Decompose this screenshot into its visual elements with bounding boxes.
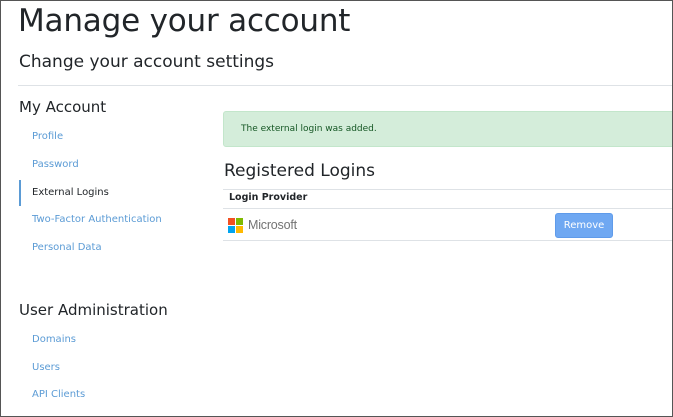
nav-profile[interactable]: Profile	[19, 124, 189, 150]
login-provider-column-header: Login Provider	[229, 192, 308, 203]
success-alert: The external login was added.	[223, 111, 672, 147]
nav-two-factor-authentication[interactable]: Two-Factor Authentication	[19, 207, 189, 233]
registered-logins-table: Login Provider Microsoft Remove	[223, 189, 672, 241]
registered-logins-heading: Registered Logins	[224, 161, 375, 181]
nav-external-logins[interactable]: External Logins	[19, 180, 189, 206]
my-account-heading: My Account	[19, 98, 107, 116]
header-divider	[18, 85, 672, 86]
page-title: Manage your account	[18, 3, 351, 39]
provider-name: Microsoft	[248, 218, 297, 232]
user-administration-heading: User Administration	[19, 301, 168, 319]
page-subtitle: Change your account settings	[19, 52, 275, 72]
remove-button[interactable]: Remove	[555, 213, 613, 238]
table-header-row: Login Provider	[223, 189, 672, 209]
microsoft-provider-logo: Microsoft	[228, 217, 297, 233]
nav-users[interactable]: Users	[19, 355, 189, 381]
nav-api-clients[interactable]: API Clients	[19, 382, 189, 408]
nav-personal-data[interactable]: Personal Data	[19, 235, 189, 261]
microsoft-logo-icon	[228, 217, 243, 233]
nav-domains[interactable]: Domains	[19, 327, 189, 353]
nav-password[interactable]: Password	[19, 152, 189, 178]
alert-message: The external login was added.	[241, 124, 377, 134]
account-page: Manage your account Change your account …	[0, 0, 673, 417]
table-row: Microsoft Remove	[223, 209, 672, 241]
